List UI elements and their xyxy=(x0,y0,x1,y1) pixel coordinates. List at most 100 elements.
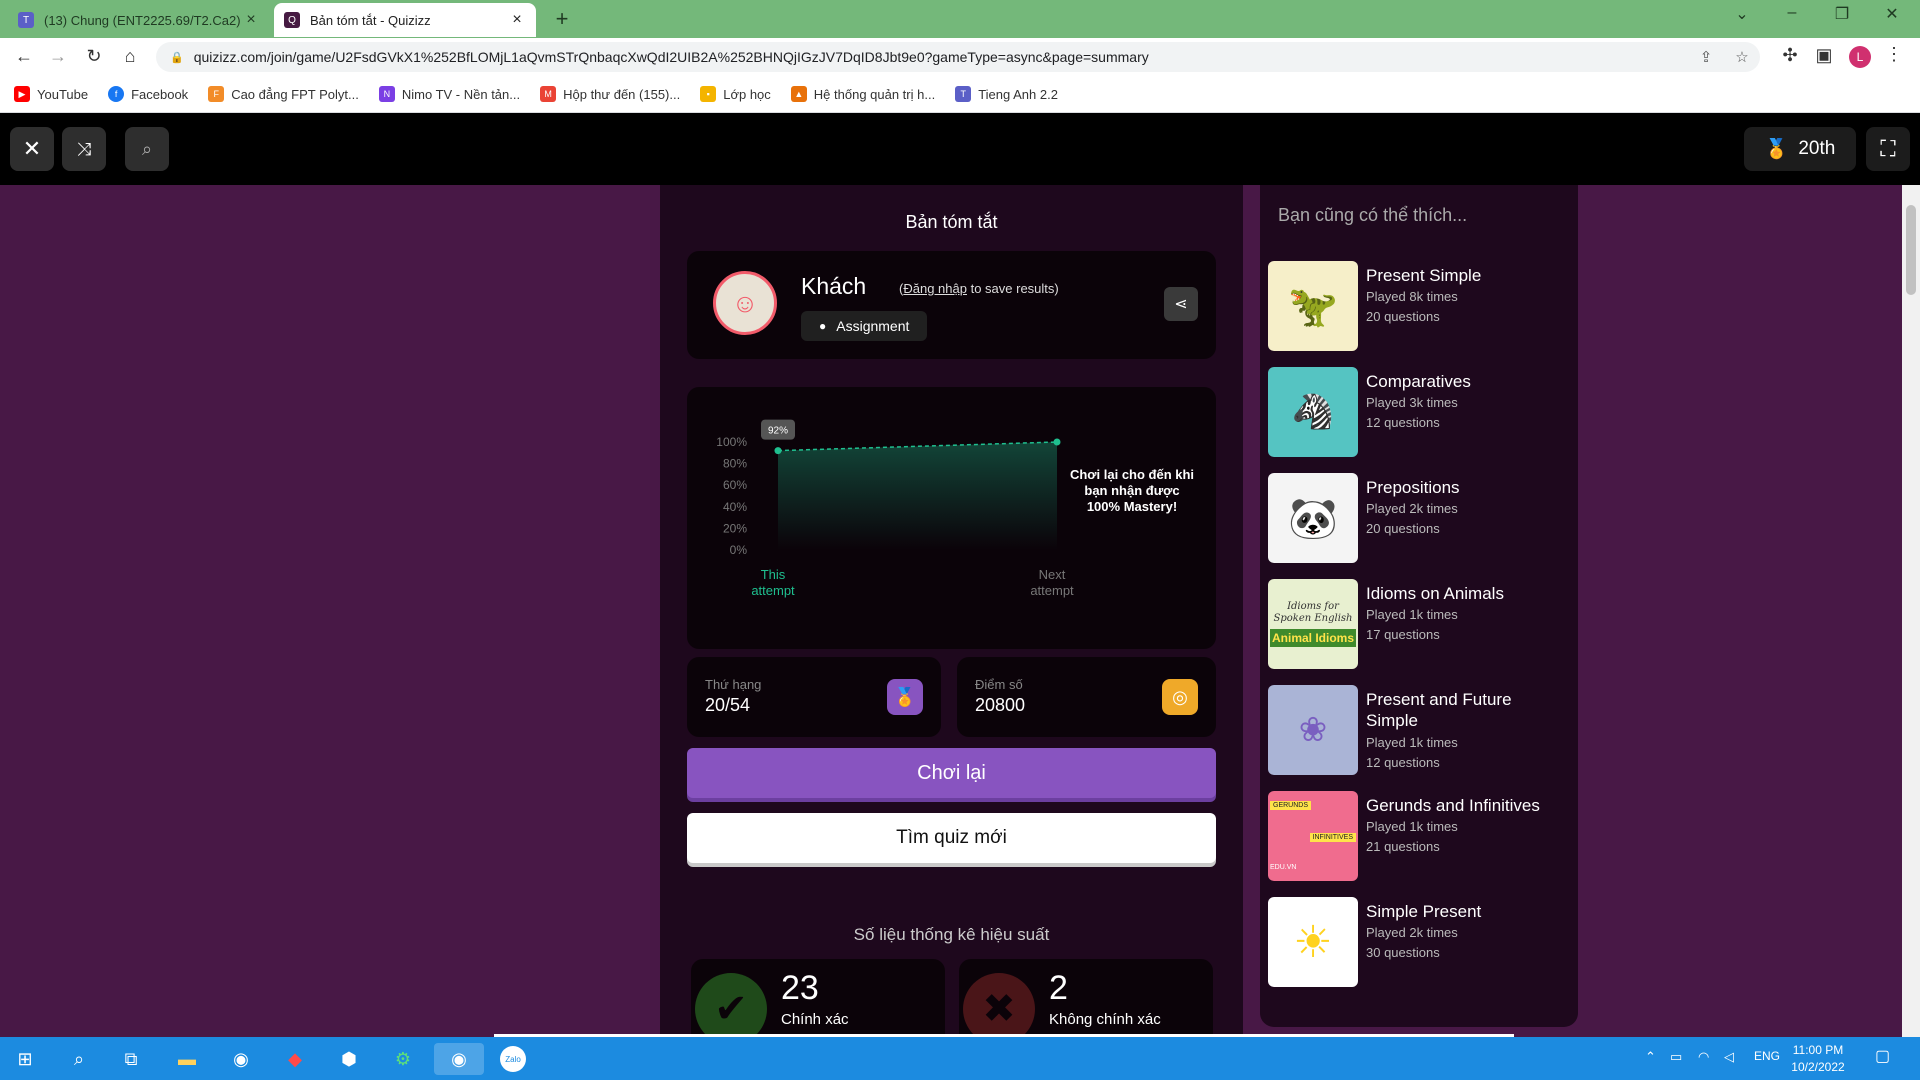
menu-icon[interactable]: ⋮ xyxy=(1885,44,1903,65)
task-view-icon[interactable]: ⧉ xyxy=(112,1043,150,1075)
login-link[interactable]: Đăng nhập xyxy=(903,281,967,296)
recommended-quiz[interactable]: ☀ Simple Present Played 2k times 30 ques… xyxy=(1268,897,1570,987)
login-suffix: to save results) xyxy=(970,281,1059,296)
correct-stat-card: ✔ 23 Chính xác xyxy=(691,959,945,1037)
teams-icon: T xyxy=(955,86,972,102)
lock-icon[interactable]: 🔒 xyxy=(170,51,184,64)
chart-annotation-line-1: Chơi lại cho đến khi xyxy=(1070,467,1194,482)
coins-icon: ◎ xyxy=(1162,679,1198,715)
home-icon[interactable]: ⌂ xyxy=(116,46,144,67)
close-tab-icon[interactable]: × xyxy=(508,11,526,29)
bookmark-star-icon[interactable]: ☆ xyxy=(1724,48,1760,66)
bookmark-tieng-anh[interactable]: T Tieng Anh 2.2 xyxy=(955,86,1058,102)
language-indicator[interactable]: ENG xyxy=(1754,1049,1780,1063)
rank-pill[interactable]: 🏅 20th xyxy=(1744,127,1856,171)
address-bar[interactable]: 🔒 quizizz.com/join/game/U2FsdGVkX1%252Bf… xyxy=(156,42,1760,72)
chrome-active-icon[interactable]: ◉ xyxy=(434,1043,484,1075)
notification-icon[interactable]: ▢ xyxy=(1875,1046,1890,1066)
battery-icon[interactable]: ▭ xyxy=(1670,1049,1682,1065)
animal-idioms-thumbnail: Idioms for Spoken English Animal Idioms xyxy=(1268,579,1358,669)
extensions-icon[interactable]: ✣ xyxy=(1776,45,1804,66)
zalo-icon[interactable]: Zalo xyxy=(494,1043,532,1075)
share-page-icon[interactable]: ⇪ xyxy=(1688,48,1724,66)
scrollbar-thumb[interactable] xyxy=(1906,205,1916,295)
bookmark-facebook[interactable]: f Facebook xyxy=(108,86,188,102)
minimize-icon[interactable]: – xyxy=(1772,4,1812,22)
find-new-quiz-button[interactable]: Tìm quiz mới xyxy=(687,813,1216,863)
start-windows-icon[interactable]: ⊞ xyxy=(6,1043,44,1075)
bookmark-label: Cao đẳng FPT Polyt... xyxy=(231,86,359,102)
recommended-quiz[interactable]: 🦓 Comparatives Played 3k times 12 questi… xyxy=(1268,367,1570,457)
quiz-top-bar: ✕ ⤨ ⌕ 🏅 20th ⛶ xyxy=(0,113,1920,185)
performance-title: Số liệu thống kê hiệu suất xyxy=(853,925,1050,944)
clock-icon: ● xyxy=(819,319,827,333)
share-button[interactable]: ⋖ xyxy=(1164,287,1198,321)
bookmark-nimo[interactable]: N Nimo TV - Nền tản... xyxy=(378,86,520,102)
bookmark-label: Tieng Anh 2.2 xyxy=(978,86,1058,102)
clock[interactable]: 11:00 PM 10/2/2022 xyxy=(1783,1042,1853,1076)
close-quiz-button[interactable]: ✕ xyxy=(10,127,54,171)
reload-icon[interactable]: ↻ xyxy=(80,46,108,67)
recommended-quiz[interactable]: 🦖 Present Simple Played 8k times 20 ques… xyxy=(1268,261,1570,351)
profile-card: ☺ Khách (Đăng nhập to save results) ● As… xyxy=(687,251,1216,359)
forward-icon[interactable]: → xyxy=(44,46,72,67)
score-stat-label: Điểm số xyxy=(975,677,1023,692)
clock-time: 11:00 PM xyxy=(1792,1043,1844,1057)
recommended-quiz[interactable]: ❀ Present and Future Simple Played 1k ti… xyxy=(1268,685,1570,775)
rank-stat-label: Thứ hạng xyxy=(705,677,762,692)
recommended-quiz[interactable]: 🐼 Prepositions Played 2k times 20 questi… xyxy=(1268,473,1570,563)
quiz-questions: 12 questions xyxy=(1366,415,1440,430)
chrome-icon[interactable]: ◉ xyxy=(222,1043,260,1075)
x-label-next-attempt: Next xyxy=(1039,567,1066,582)
play-again-button[interactable]: Chơi lại xyxy=(687,748,1216,798)
close-window-icon[interactable]: ✕ xyxy=(1872,4,1912,24)
bookmark-lms[interactable]: ▲ Hệ thống quản trị h... xyxy=(790,86,935,102)
tab-search-icon[interactable]: ⌄ xyxy=(1722,4,1762,24)
wifi-icon[interactable]: ◠ xyxy=(1698,1049,1709,1065)
recommendations-title: Bạn cũng có thể thích... xyxy=(1278,205,1468,225)
volume-icon[interactable]: ◁ xyxy=(1724,1049,1734,1065)
quizizz-icon: Q xyxy=(284,12,300,28)
page-scrollbar[interactable] xyxy=(1902,185,1920,1037)
bookmark-youtube[interactable]: ▶ YouTube xyxy=(14,86,88,102)
shuffle-exit-icon: ⤨ xyxy=(76,138,92,159)
quiz-name: Present Simple xyxy=(1366,266,1482,285)
search-icon[interactable]: ⌕ xyxy=(60,1043,98,1075)
recommended-quiz[interactable]: GERUNDS INFINITIVES EDU.VN Gerunds and I… xyxy=(1268,791,1570,881)
quiz-name: Gerunds and Infinitives xyxy=(1366,796,1540,815)
teams-icon: T xyxy=(18,12,34,28)
exit-game-button[interactable]: ⤨ xyxy=(62,127,106,171)
zebra-elephant-thumbnail-icon: 🦓 xyxy=(1268,367,1358,457)
url-text[interactable]: quizizz.com/join/game/U2FsdGVkX1%252BfLO… xyxy=(194,49,1688,65)
tab-title: Bản tóm tắt - Quizizz xyxy=(310,12,431,28)
restore-icon[interactable]: ❐ xyxy=(1822,4,1862,24)
file-explorer-icon[interactable]: ▬ xyxy=(168,1043,206,1075)
x-label-this-attempt: attempt xyxy=(751,583,795,598)
fullscreen-button[interactable]: ⛶ xyxy=(1866,127,1910,171)
rank-label: 20th xyxy=(1798,138,1836,159)
quiz-name: Simple Present xyxy=(1366,902,1482,921)
recommended-quiz[interactable]: Idioms for Spoken English Animal Idioms … xyxy=(1268,579,1570,669)
close-tab-icon[interactable]: × xyxy=(242,11,260,29)
quiz-questions: 17 questions xyxy=(1366,627,1440,642)
tab-teams[interactable]: T (13) Chung (ENT2225.69/T2.Ca2) × xyxy=(8,3,270,37)
facebook-icon: f xyxy=(108,86,125,102)
bookmark-gmail[interactable]: M Hộp thư đến (155)... xyxy=(540,86,680,102)
dinosaur-thumbnail-icon: 🦖 xyxy=(1268,261,1358,351)
back-icon[interactable]: ← xyxy=(10,46,38,67)
bookmark-classroom[interactable]: ▪ Lớp học xyxy=(700,86,771,102)
zoom-button[interactable]: ⌕ xyxy=(125,127,169,171)
bookmark-fpt[interactable]: F Cao đẳng FPT Polyt... xyxy=(208,86,359,102)
garena-icon[interactable]: ◆ xyxy=(276,1043,314,1075)
side-panel-icon[interactable]: ▣ xyxy=(1810,45,1838,66)
data-point-next-attempt xyxy=(1053,438,1061,446)
chart-annotation-line-2: bạn nhận được xyxy=(1084,483,1179,498)
settings-gear-icon[interactable]: ⚙ xyxy=(384,1043,422,1075)
fpt-icon: F xyxy=(208,86,225,102)
new-tab-button[interactable]: + xyxy=(548,6,576,32)
bookmarks-bar: ▶ YouTube f Facebook F Cao đẳng FPT Polyt..… xyxy=(0,76,1920,113)
tray-chevron-icon[interactable]: ⌃ xyxy=(1645,1049,1656,1065)
tab-quizizz[interactable]: Q Bản tóm tắt - Quizizz × xyxy=(274,3,536,37)
app-cube-icon[interactable]: ⬢ xyxy=(330,1043,368,1075)
profile-avatar[interactable]: L xyxy=(1849,46,1871,68)
